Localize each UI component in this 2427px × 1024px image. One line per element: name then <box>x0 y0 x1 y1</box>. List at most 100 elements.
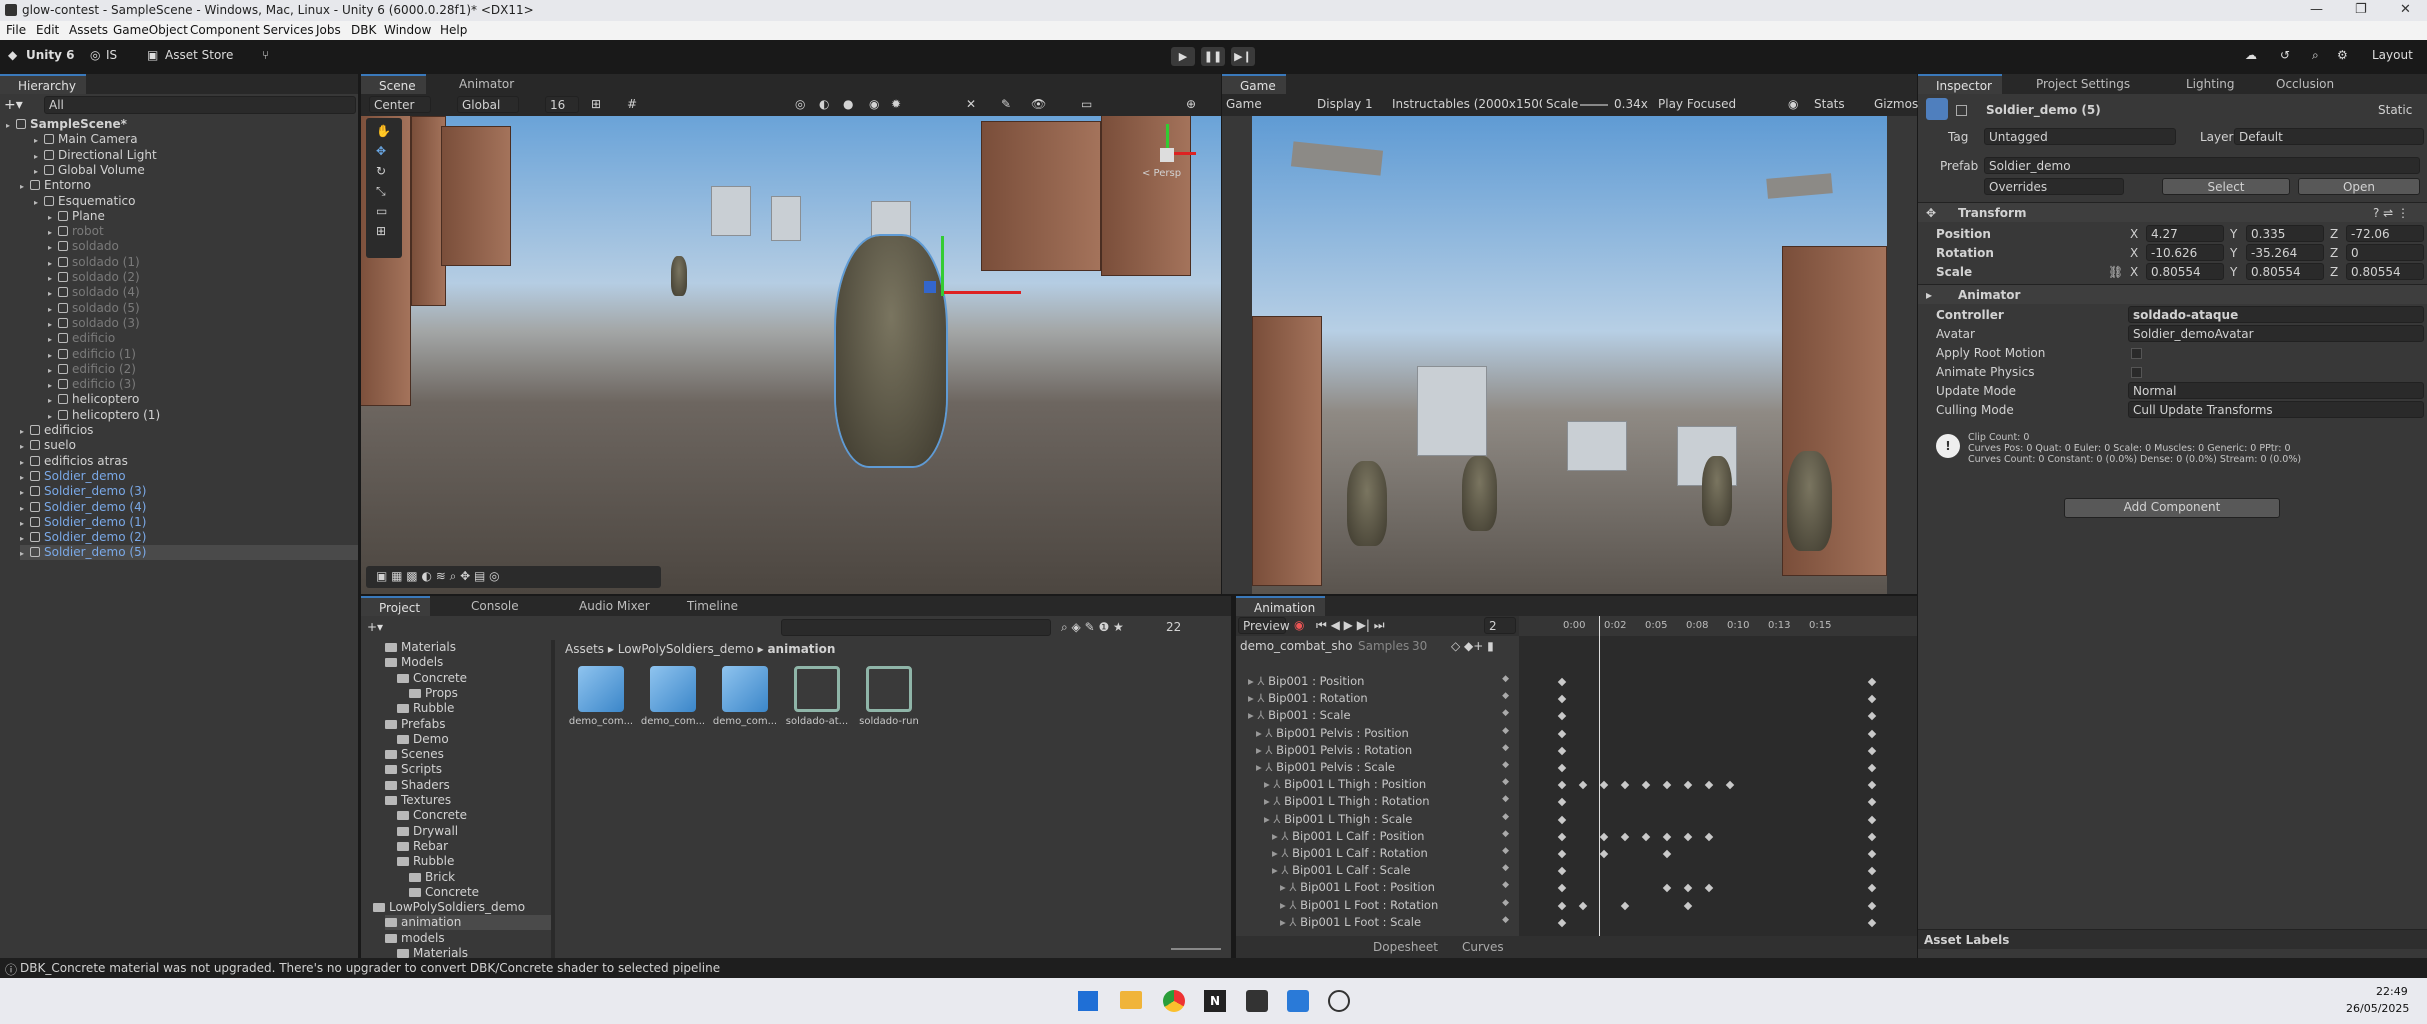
keyframe[interactable] <box>1704 884 1714 893</box>
keyframe[interactable] <box>1867 780 1877 790</box>
track-options-icon[interactable]: ◆ <box>1502 691 1509 701</box>
hierarchy-row[interactable]: ▸ Entorno <box>20 178 91 193</box>
folder-row[interactable]: Rubble <box>397 701 454 716</box>
track-options-icon[interactable]: ◆ <box>1502 743 1509 753</box>
layout-button[interactable]: Layout <box>2372 48 2413 62</box>
folder-row[interactable]: models <box>385 931 445 946</box>
keyframe[interactable] <box>1867 694 1877 704</box>
position-x-field[interactable]: 4.27 <box>2146 225 2224 242</box>
folder-row[interactable]: Props <box>409 686 458 701</box>
cloud-user-icon[interactable]: ◎ <box>90 48 100 62</box>
rotation-y-field[interactable]: -35.264 <box>2246 244 2324 261</box>
folder-row[interactable]: animation <box>385 915 551 931</box>
grid-toggle-icon[interactable]: # <box>627 97 637 111</box>
chrome-icon[interactable] <box>1163 990 1185 1012</box>
move-gizmo-y-axis[interactable] <box>941 236 944 296</box>
gizmos-toggle-icon[interactable]: ⊕ <box>1186 97 1196 111</box>
add-icon[interactable]: +▾ <box>4 97 24 113</box>
transform-tool-icon[interactable]: ⊞ <box>376 224 386 238</box>
status-message[interactable]: DBK_Concrete material was not upgraded. … <box>20 961 720 975</box>
asset-item[interactable]: demo_com... <box>710 666 780 727</box>
layer-dropdown[interactable]: Default <box>2234 128 2424 145</box>
prefab-field[interactable]: Soldier_demo <box>1984 157 2420 174</box>
menu-file[interactable]: File <box>6 23 26 37</box>
search-icon[interactable]: ⌕ <box>2312 48 2319 63</box>
global-toggle-icon[interactable]: ◎ <box>795 97 805 111</box>
object-name[interactable]: Soldier_demo (5) <box>1986 103 2101 117</box>
track-options-icon[interactable]: ◆ <box>1502 898 1509 908</box>
keyframe[interactable] <box>1704 832 1714 842</box>
menu-assets[interactable]: Assets <box>69 23 108 37</box>
expand-arrow-icon[interactable]: ▸ <box>48 381 58 390</box>
hierarchy-row[interactable]: ▸ helicoptero <box>48 392 139 407</box>
menu-help[interactable]: Help <box>440 23 467 37</box>
culling-mode-dropdown[interactable]: Cull Update Transforms <box>2128 401 2424 418</box>
avatar-field[interactable]: Soldier_demoAvatar <box>2128 325 2424 342</box>
gizmos-button[interactable]: Gizmos <box>1874 97 1918 111</box>
keyframe[interactable] <box>1599 849 1609 859</box>
hand-tool-icon[interactable]: ✋ <box>376 124 391 138</box>
rect-tool-icon[interactable]: ▭ <box>376 204 387 218</box>
tab-inspector[interactable]: Inspector <box>1918 74 2002 94</box>
play-button[interactable]: ▶ <box>1171 47 1195 66</box>
tab-console[interactable]: Console <box>453 596 529 616</box>
track-options-icon[interactable]: ◆ <box>1502 760 1509 770</box>
asset-item[interactable]: soldado-run <box>854 666 924 727</box>
file-explorer-icon[interactable] <box>1120 991 1142 1009</box>
photos-icon[interactable] <box>1287 990 1309 1012</box>
hierarchy-row[interactable]: ▸ edificios atras <box>20 454 128 469</box>
keyframe[interactable] <box>1662 884 1672 893</box>
hierarchy-row[interactable]: ▸ edificio (1) <box>48 347 136 362</box>
folder-row[interactable]: Shaders <box>385 778 450 793</box>
hierarchy-row[interactable]: ▸ robot <box>48 224 104 239</box>
hierarchy-row[interactable]: ▸ edificio (2) <box>48 362 136 377</box>
version-control-icon[interactable]: ⑂ <box>262 48 269 62</box>
hierarchy-row[interactable]: ▸ Soldier_demo (1) <box>20 515 146 530</box>
resolution-dropdown[interactable]: Instructables (2000x1500) <box>1392 97 1542 111</box>
hierarchy-row[interactable]: ▸ soldado <box>48 239 119 254</box>
keyframe[interactable] <box>1662 780 1672 790</box>
rotate-tool-icon[interactable]: ↻ <box>376 164 386 178</box>
expand-arrow-icon[interactable]: ▸ <box>48 305 58 314</box>
move-gizmo-z-axis[interactable] <box>924 281 936 293</box>
track-options-icon[interactable]: ◆ <box>1502 829 1509 839</box>
animation-track[interactable]: ▸ ⅄ Bip001 L Calf : Scale ◆ <box>1244 863 1517 880</box>
keyframe[interactable] <box>1578 780 1588 790</box>
record-icon[interactable]: ◉ <box>1294 618 1304 632</box>
keyframe[interactable] <box>1867 884 1877 893</box>
select-button[interactable]: Select <box>2162 178 2290 195</box>
tab-occlusion[interactable]: Occlusion <box>2258 74 2344 94</box>
soldier[interactable] <box>671 256 687 296</box>
track-options-icon[interactable]: ◆ <box>1502 777 1509 787</box>
keyframe[interactable] <box>1557 866 1567 876</box>
hierarchy-row[interactable]: ▸ Global Volume <box>34 163 145 178</box>
hierarchy-row[interactable]: ▸ Soldier_demo (5) <box>20 545 358 561</box>
overlay-icon[interactable]: ▣ ▦ ▩ ◐ ≋ ⌕ ✥ ▤ ◎ <box>376 569 500 584</box>
expand-arrow-icon[interactable]: ▸ <box>48 228 58 237</box>
hierarchy-row[interactable]: ▸ suelo <box>20 438 76 453</box>
hierarchy-row[interactable]: ▸ Soldier_demo (2) <box>20 530 146 545</box>
keyframe-icons[interactable]: ◇ ◆+ ▮ <box>1451 639 1494 653</box>
asset-item[interactable]: demo_com... <box>638 666 708 727</box>
folder-row[interactable]: Models <box>385 655 443 670</box>
keyframe[interactable] <box>1557 849 1567 859</box>
expand-arrow-icon[interactable]: ▸ <box>20 458 30 467</box>
expand-arrow-icon[interactable]: ▸ <box>20 182 30 191</box>
animation-track[interactable]: ▸ ⅄ Bip001 Pelvis : Scale ◆ <box>1244 760 1517 777</box>
move-gizmo-x-axis[interactable] <box>941 291 1021 294</box>
hierarchy-row[interactable]: ▸ edificio (3) <box>48 377 136 392</box>
expand-arrow-icon[interactable]: ▸ <box>20 519 30 528</box>
animation-track[interactable]: ▸ ⅄ Bip001 L Foot : Position ◆ <box>1244 880 1517 897</box>
display-mode-dropdown[interactable]: Game <box>1226 97 1262 111</box>
expand-arrow-icon[interactable]: ▸ <box>20 488 30 497</box>
animator-header[interactable]: ▸ Animator <box>1918 284 2427 304</box>
expand-arrow-icon[interactable]: ▸ <box>48 366 58 375</box>
keyframe[interactable] <box>1867 815 1877 824</box>
expand-arrow-icon[interactable]: ▸ <box>34 167 44 176</box>
hierarchy-row[interactable]: ▸ soldado (5) <box>48 301 140 316</box>
filter-icons[interactable]: ⌕ ◈ ✎ ❶ ★ <box>1061 620 1124 635</box>
menu-window[interactable]: Window <box>384 23 431 37</box>
keyframe[interactable] <box>1557 832 1567 842</box>
track-options-icon[interactable]: ◆ <box>1502 846 1509 856</box>
help-icon[interactable]: ? ⇌ ⋮ <box>2373 206 2409 220</box>
